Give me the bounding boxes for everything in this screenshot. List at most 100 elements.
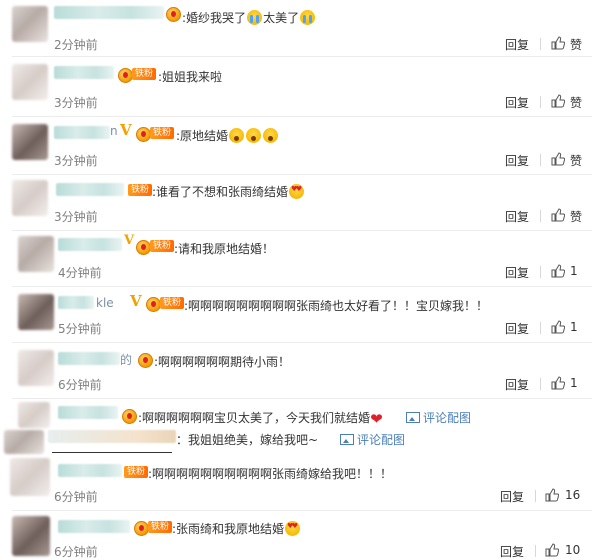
timestamp: 4分钟前 <box>58 266 102 280</box>
like-count[interactable]: 1 <box>570 320 578 334</box>
like-count[interactable]: 10 <box>565 543 580 557</box>
separator <box>540 38 541 50</box>
thumbs-up-icon[interactable] <box>551 208 565 222</box>
image-icon <box>340 434 354 445</box>
username-suffix[interactable]: kle <box>96 296 114 310</box>
comment-text: :谁看了不想和张雨绮结婚 <box>152 183 305 200</box>
username-blurred[interactable] <box>54 66 114 79</box>
divider <box>12 342 592 343</box>
avatar[interactable] <box>12 180 48 216</box>
medal-icon <box>122 409 137 424</box>
avatar[interactable] <box>12 124 48 160</box>
medal-icon <box>146 297 161 312</box>
thumbs-up-icon[interactable] <box>551 152 565 166</box>
avatar[interactable] <box>18 294 54 330</box>
avatar[interactable] <box>12 6 48 42</box>
avatar[interactable] <box>12 516 50 556</box>
timestamp: 3分钟前 <box>54 96 98 110</box>
timestamp: 6分钟前 <box>58 378 102 392</box>
divider <box>12 398 592 399</box>
separator <box>540 266 541 278</box>
divider <box>12 174 592 175</box>
crying-emoji-icon <box>247 10 263 25</box>
reply-button[interactable]: 回复 <box>505 36 529 53</box>
thumbs-up-icon[interactable] <box>551 94 565 108</box>
thumbs-up-icon[interactable] <box>545 488 559 502</box>
username-blurred[interactable] <box>58 406 118 419</box>
reply-button[interactable]: 回复 <box>505 208 529 225</box>
comment-text: :啊啊啊啊啊啊啊啊啊张雨绮也太好看了！！宝贝嫁我！！ <box>184 299 489 313</box>
avatar[interactable] <box>10 458 50 496</box>
username-suffix[interactable]: n <box>110 124 118 138</box>
separator <box>535 490 536 502</box>
username-blurred[interactable] <box>58 520 130 533</box>
separator <box>540 154 541 166</box>
reply-button[interactable]: 回复 <box>505 376 529 393</box>
divider <box>52 452 172 453</box>
medal-icon <box>136 127 151 142</box>
like-count[interactable]: 1 <box>570 264 578 278</box>
like-count[interactable]: 赞 <box>570 208 582 225</box>
comment-text: :张雨绮和我原地结婚 <box>172 520 301 537</box>
like-count[interactable]: 16 <box>565 488 580 502</box>
medal-icon <box>166 7 181 22</box>
verified-badge: V <box>120 121 132 139</box>
medal-icon <box>134 521 149 536</box>
avatar[interactable] <box>4 430 44 454</box>
avatar[interactable] <box>18 350 54 386</box>
reply-button[interactable]: 回复 <box>505 94 529 111</box>
divider <box>12 286 592 287</box>
username-blurred[interactable] <box>58 352 120 365</box>
comment-image-link[interactable]: 评论配图 <box>406 409 471 426</box>
thumbs-up-icon[interactable] <box>551 264 565 278</box>
medal-icon <box>136 240 151 255</box>
fan-badge: 铁粉 <box>128 184 153 196</box>
reply-button[interactable]: 回复 <box>505 320 529 337</box>
avatar[interactable] <box>18 402 50 428</box>
reply-button[interactable]: 回复 <box>500 488 524 505</box>
verified-badge: V <box>130 292 142 310</box>
heart-eyes-emoji-icon <box>289 184 305 199</box>
reply-button[interactable]: 回复 <box>505 152 529 169</box>
thumbs-up-icon[interactable] <box>551 36 565 50</box>
thumbs-up-icon[interactable] <box>551 376 565 390</box>
comment-text: :原地结婚 <box>176 127 279 144</box>
separator <box>540 96 541 108</box>
comment-image-link[interactable]: 评论配图 <box>340 431 405 448</box>
timestamp: 3分钟前 <box>54 210 98 224</box>
username-suffix[interactable]: 的 <box>120 351 132 368</box>
heart-icon: ❤ <box>370 410 383 428</box>
thumbs-up-icon[interactable] <box>545 543 559 557</box>
medal-icon <box>138 353 153 368</box>
separator <box>535 545 536 557</box>
username-blurred[interactable] <box>58 464 122 477</box>
avatar[interactable] <box>12 64 48 100</box>
comment-text: :啊啊啊啊啊啊啊啊啊啊张雨绮嫁给我吧！！！ <box>148 467 393 481</box>
divider <box>12 510 592 511</box>
username-blurred[interactable] <box>54 6 164 19</box>
like-count[interactable]: 赞 <box>570 152 582 169</box>
username-blurred[interactable] <box>58 238 122 251</box>
like-count[interactable]: 赞 <box>570 94 582 111</box>
comment-text: :请和我原地结婚！ <box>174 242 275 256</box>
timestamp: 3分钟前 <box>54 154 98 168</box>
fan-badge: 铁粉 <box>132 68 157 80</box>
username-blurred[interactable] <box>54 126 110 139</box>
thumbs-up-icon[interactable] <box>551 320 565 334</box>
fan-badge: 铁粉 <box>160 297 185 309</box>
fan-badge: 铁粉 <box>148 521 173 533</box>
username-blurred[interactable] <box>48 430 176 443</box>
username-blurred[interactable] <box>58 296 94 309</box>
divider <box>12 230 592 231</box>
divider <box>12 56 592 57</box>
comment-text: :婚纱我哭了 太美了 <box>182 9 316 26</box>
separator <box>540 378 541 390</box>
fan-badge: 铁粉 <box>150 240 175 252</box>
timestamp: 5分钟前 <box>58 322 102 336</box>
like-count[interactable]: 1 <box>570 376 578 390</box>
reply-button[interactable]: 回复 <box>500 543 524 560</box>
username-blurred[interactable] <box>56 183 124 196</box>
like-count[interactable]: 赞 <box>570 36 582 53</box>
avatar[interactable] <box>18 236 54 272</box>
reply-button[interactable]: 回复 <box>505 264 529 281</box>
